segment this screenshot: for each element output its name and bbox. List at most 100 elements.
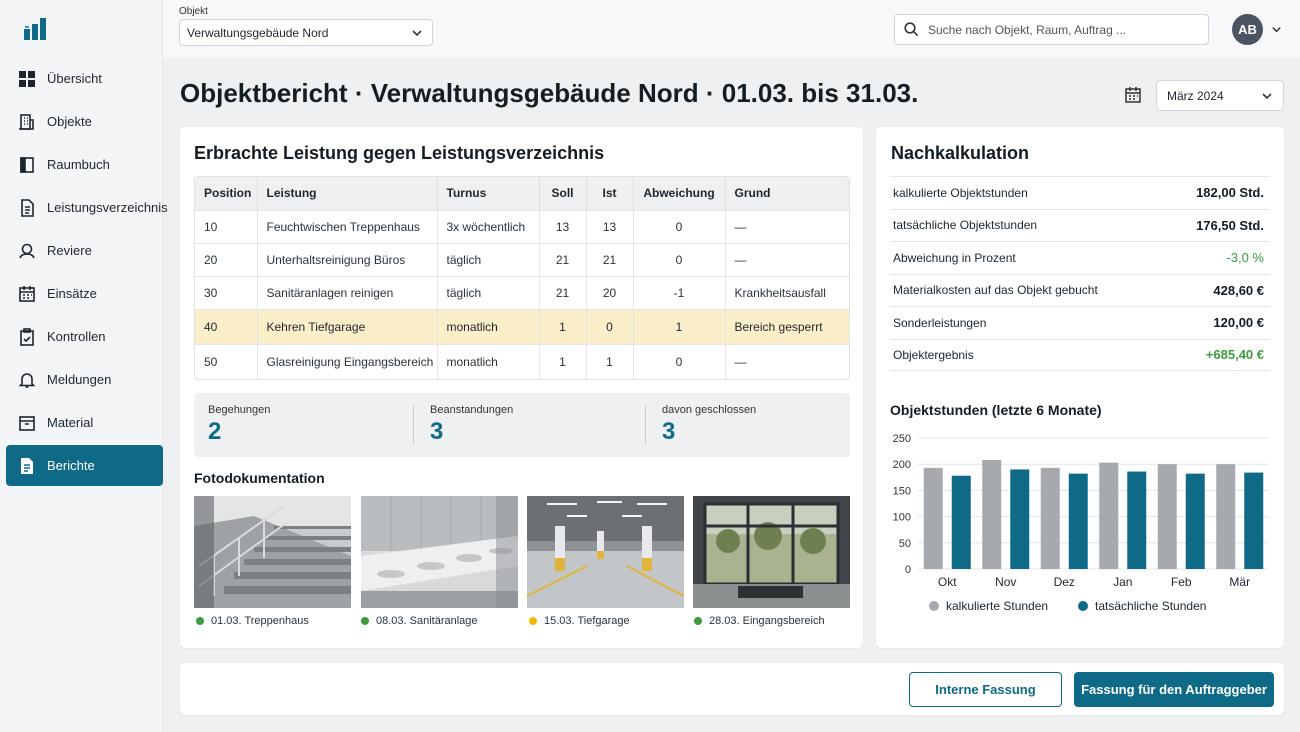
- sidebar-item-label: Raumbuch: [47, 157, 110, 172]
- cell-soll: 21: [539, 275, 587, 309]
- internal-version-button[interactable]: Interne Fassung: [909, 672, 1062, 707]
- photo-caption: 15.03. Tiefgarage: [529, 615, 630, 627]
- y-tick-label: 0: [905, 564, 911, 576]
- user-avatar[interactable]: AB: [1232, 14, 1263, 45]
- table-row[interactable]: 20 Unterhaltsreinigung Büros täglich 21 …: [195, 242, 849, 276]
- kalk-value: 176,50 Std.: [1196, 217, 1264, 233]
- chevron-down-icon: [1262, 93, 1272, 100]
- stat-divider: [645, 405, 646, 445]
- kalk-row: Objektergebnis +685,40 €: [890, 338, 1270, 371]
- table-row-highlighted[interactable]: 40 Kehren Tiefgarage monatlich 1 0 1 Ber…: [195, 308, 849, 344]
- stat-value: 3: [662, 418, 676, 445]
- sidebar-item-leistungsverzeichnis[interactable]: Leistungsverzeichnis: [6, 187, 168, 228]
- cell-grund: —: [725, 242, 849, 276]
- cell-leistung: Glasreinigung Eingangsbereich: [257, 343, 438, 379]
- cell-ist: 0: [586, 308, 634, 344]
- photo-sanitaeranlage[interactable]: [361, 496, 518, 608]
- sidebar-item-einsaetze[interactable]: Einsätze: [6, 273, 163, 314]
- search-icon: [904, 22, 919, 37]
- sidebar-item-raumbuch[interactable]: Raumbuch: [6, 144, 163, 185]
- kalk-row: kalkulierte Objektstunden 182,00 Std.: [890, 176, 1270, 209]
- kalk-label: Sonderleistungen: [893, 315, 987, 330]
- app-logo: [24, 18, 46, 40]
- book-icon: [20, 156, 34, 173]
- box-icon: [19, 415, 35, 431]
- chart-title: Objektstunden (letzte 6 Monate): [890, 402, 1102, 418]
- column-header: Soll: [539, 177, 587, 210]
- leistung-card: Erbrachte Leistung gegen Leistungsverzei…: [180, 127, 863, 648]
- x-tick-label: Feb: [1171, 575, 1192, 589]
- legend-label: tatsächliche Stunden: [1095, 599, 1206, 613]
- cell-leistung: Kehren Tiefgarage: [257, 308, 438, 344]
- calendar-icon[interactable]: [1124, 86, 1142, 104]
- column-header: Grund: [725, 177, 849, 210]
- x-tick-label: Nov: [995, 575, 1016, 589]
- cell-soll: 13: [539, 209, 587, 243]
- month-select[interactable]: März 2024: [1156, 80, 1284, 111]
- object-select-value: Verwaltungsgebäude Nord: [187, 25, 329, 40]
- sidebar-item-kontrollen[interactable]: Kontrollen: [6, 316, 163, 357]
- bar-kalkuliert: [1099, 462, 1119, 569]
- sidebar-item-objekte[interactable]: Objekte: [6, 101, 163, 142]
- cell-turnus: monatlich: [437, 308, 540, 344]
- bar-tatsaechlich: [1185, 473, 1205, 569]
- photo-treppenhaus[interactable]: [194, 496, 351, 608]
- x-tick-label: Okt: [938, 575, 957, 589]
- grid-icon: [19, 70, 35, 87]
- legend-marker: [1078, 601, 1088, 611]
- cell-position: 40: [195, 308, 258, 344]
- object-select[interactable]: Verwaltungsgebäude Nord: [179, 19, 433, 46]
- kalk-label: kalkulierte Objektstunden: [893, 185, 1028, 200]
- cell-grund: —: [725, 343, 849, 379]
- kalk-row: Sonderleistungen 120,00 €: [890, 306, 1270, 339]
- cell-abweichung: 0: [633, 343, 726, 379]
- calendar-icon: [19, 285, 35, 302]
- cell-ist: 20: [586, 275, 634, 309]
- stats-panel: Begehungen 2 Beanstandungen 3 davon gesc…: [194, 393, 850, 457]
- y-tick-label: 250: [893, 433, 911, 445]
- chevron-down-icon[interactable]: [1270, 23, 1283, 36]
- search-box[interactable]: [894, 14, 1209, 45]
- kalk-value: -3,0 %: [1226, 250, 1264, 266]
- sidebar-item-label: Reviere: [47, 243, 92, 258]
- sidebar-item-label: Material: [47, 415, 94, 430]
- sidebar-item-meldungen[interactable]: Meldungen: [6, 359, 163, 400]
- sidebar-item-label: Objekte: [47, 114, 92, 129]
- month-select-value: März 2024: [1167, 88, 1224, 103]
- table-row[interactable]: 50 Glasreinigung Eingangsbereich monatli…: [195, 343, 849, 379]
- building-icon: [19, 113, 34, 130]
- sidebar-item-material[interactable]: Material: [6, 402, 163, 443]
- sidebar-item-reviere[interactable]: Reviere: [6, 230, 163, 271]
- status-dot: [529, 617, 537, 625]
- bar-kalkuliert: [923, 467, 943, 569]
- cell-soll: 1: [539, 308, 587, 344]
- table-row[interactable]: 30 Sanitäranlagen reinigen täglich 21 20…: [195, 275, 849, 309]
- sidebar-item-berichte[interactable]: Berichte: [6, 445, 163, 486]
- cell-abweichung: -1: [633, 275, 726, 309]
- washroom-image: [361, 496, 518, 608]
- kalk-label: Abweichung in Prozent: [893, 250, 1016, 265]
- sidebar-item-label: Übersicht: [47, 71, 102, 86]
- status-dot: [361, 617, 369, 625]
- cell-ist: 21: [586, 242, 634, 276]
- table-row[interactable]: 10 Feuchtwischen Treppenhaus 3x wöchentl…: [195, 209, 849, 243]
- sidebar-item-label: Einsätze: [47, 286, 97, 301]
- y-tick-label: 100: [893, 512, 911, 524]
- search-input[interactable]: [928, 22, 1198, 37]
- column-header: Position: [195, 177, 258, 210]
- object-select-label: Objekt: [179, 6, 208, 17]
- kalk-value: 428,60 €: [1213, 282, 1264, 298]
- photo-eingangsbereich[interactable]: [693, 496, 850, 608]
- nachkalkulation-list: kalkulierte Objektstunden 182,00 Std. ta…: [890, 176, 1270, 371]
- sidebar-item-uebersicht[interactable]: Übersicht: [6, 58, 163, 99]
- cell-abweichung: 0: [633, 209, 726, 243]
- photo-caption-text: 28.03. Eingangsbereich: [709, 615, 825, 627]
- bar-kalkuliert: [1216, 464, 1236, 569]
- bar-tatsaechlich: [1068, 473, 1088, 569]
- sidebar-item-label: Berichte: [47, 458, 95, 473]
- status-dot: [694, 617, 702, 625]
- bar-kalkuliert: [982, 460, 1002, 569]
- client-version-button[interactable]: Fassung für den Auftraggeber: [1074, 672, 1274, 707]
- photo-tiefgarage[interactable]: [527, 496, 684, 608]
- cell-turnus: monatlich: [437, 343, 540, 379]
